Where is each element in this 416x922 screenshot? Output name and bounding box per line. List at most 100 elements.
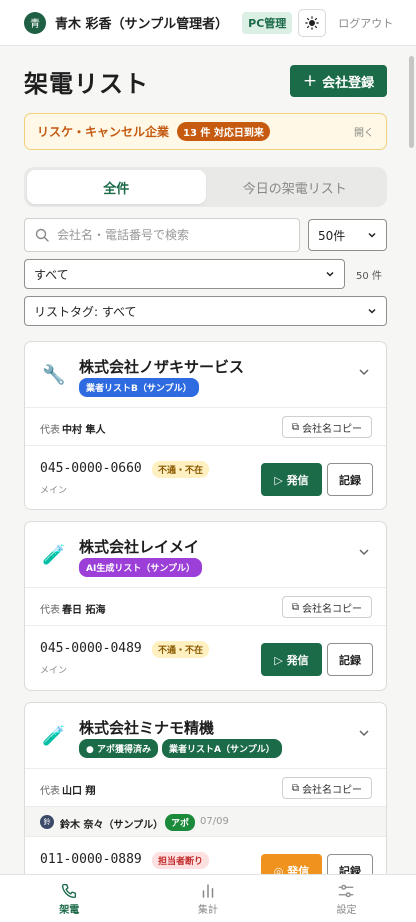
page-scrollbar[interactable] — [409, 56, 414, 148]
chevron-down-icon[interactable] — [358, 366, 370, 378]
top-bar: 青 青木 彩香（サンプル管理者） PC管理 ログアウト — [0, 0, 416, 46]
company-name: 株式会社ミナモ精機 — [79, 719, 215, 737]
mode-badge: PC管理 — [242, 11, 293, 34]
chevron-down-icon — [326, 271, 334, 277]
copy-icon: ⧉ — [291, 782, 300, 794]
phone-number: 011-0000-0889 — [40, 852, 142, 867]
rep-label: 代表 — [40, 425, 60, 436]
appointment-badge: アポ — [165, 814, 196, 831]
rep-name: 春日 拓海 — [62, 605, 106, 616]
company-card: 🧪 株式会社ミナモ精機 ● アポ獲得済み 業者リストA（サンプル） 代表 山口 … — [24, 702, 387, 902]
phone-number: 045-0000-0660 — [40, 461, 142, 476]
tab-all[interactable]: 全件 — [27, 170, 206, 204]
nav-label: 架電 — [59, 905, 80, 916]
phone-type: メイン — [40, 486, 68, 496]
sun-icon — [305, 15, 320, 30]
reschedule-count-badge: 13 件 対応日到来 — [177, 122, 270, 141]
reschedule-toggle[interactable]: 開く — [354, 124, 374, 139]
chevron-down-icon[interactable] — [358, 546, 370, 558]
nav-item-stats[interactable]: 集計 — [139, 875, 278, 922]
list-tag: 業者リストB（サンプル） — [79, 378, 199, 397]
theme-toggle-button[interactable] — [298, 8, 327, 37]
add-company-button[interactable]: + 会社登録 — [290, 65, 387, 97]
bar-chart-icon — [202, 884, 214, 898]
copy-company-name-button[interactable]: ⧉ 会社名コピー — [282, 416, 372, 438]
record-button[interactable]: 記録 — [327, 643, 373, 676]
tag-filter-select[interactable]: リストタグ: すべて — [24, 296, 387, 326]
list-tag: AI生成リスト（サンプル） — [79, 558, 203, 577]
representative-row: 代表 山口 翔 ⧉ 会社名コピー — [25, 769, 386, 807]
user-name: 青木 彩香（サンプル管理者） — [55, 17, 229, 32]
test-tube-icon: 🧪 — [42, 544, 66, 566]
assignee-row: 鈴 鈴木 奈々（サンプル） アポ 07/09 — [25, 807, 386, 837]
tag-filter-value: リストタグ: すべて — [34, 304, 137, 319]
tab-today[interactable]: 今日の架電リスト — [206, 170, 385, 204]
search-icon — [35, 228, 49, 242]
plus-icon: + — [302, 70, 318, 91]
call-status-badge: 不通・不在 — [152, 641, 210, 658]
bottom-nav: 架電 集計 設定 — [0, 874, 416, 922]
company-name: 株式会社レイメイ — [79, 538, 200, 556]
call-status-badge: 担当者断り — [152, 852, 210, 869]
phone-number: 045-0000-0489 — [40, 641, 142, 656]
add-company-label: 会社登録 — [322, 75, 375, 91]
reschedule-banner[interactable]: リスケ・キャンセル企業 13 件 対応日到来 開く — [24, 113, 387, 150]
phone-row: 045-0000-0489 不通・不在 メイン ▷ 発信 記録 — [25, 626, 386, 690]
phone-icon — [62, 883, 77, 899]
copy-label: 会社名コピー — [302, 423, 363, 435]
copy-icon: ⧉ — [291, 421, 300, 433]
chevron-down-icon — [368, 232, 376, 238]
page-title: 架電リスト — [24, 70, 149, 98]
reschedule-label: リスケ・キャンセル企業 — [37, 125, 170, 139]
per-page-value: 50件 — [318, 228, 346, 243]
chevron-down-icon[interactable] — [358, 727, 370, 739]
user-avatar: 青 — [24, 11, 46, 34]
nav-item-settings[interactable]: 設定 — [277, 875, 416, 922]
rep-label: 代表 — [40, 786, 60, 797]
call-button[interactable]: ▷ 発信 — [261, 463, 322, 496]
assignee-name: 鈴木 奈々（サンプル） — [60, 820, 164, 831]
test-tube-icon: 🧪 — [42, 725, 66, 747]
wrench-icon: 🔧 — [42, 364, 66, 386]
status-filter-select[interactable]: すべて — [24, 259, 345, 289]
company-tags: ● アポ獲得済み 業者リストA（サンプル） — [79, 739, 282, 758]
company-tags: AI生成リスト（サンプル） — [79, 558, 203, 577]
copy-company-name-button[interactable]: ⧉ 会社名コピー — [282, 596, 372, 618]
search-box[interactable] — [24, 218, 300, 252]
copy-label: 会社名コピー — [302, 784, 363, 796]
logout-link[interactable]: ログアウト — [338, 15, 393, 31]
copy-company-name-button[interactable]: ⧉ 会社名コピー — [282, 777, 372, 799]
list-tag: 業者リストA（サンプル） — [162, 739, 282, 758]
search-input[interactable] — [57, 228, 277, 242]
per-page-select[interactable]: 50件 — [308, 219, 387, 251]
nav-label: 集計 — [197, 905, 218, 916]
nav-label: 設定 — [336, 905, 357, 916]
nav-item-calls[interactable]: 架電 — [0, 875, 139, 922]
rep-name: 中村 隼人 — [62, 425, 106, 436]
company-name: 株式会社ノザキサービス — [79, 358, 245, 376]
assignee-avatar: 鈴 — [40, 815, 54, 829]
representative-row: 代表 中村 隼人 ⧉ 会社名コピー — [25, 408, 386, 446]
company-card-header[interactable]: 🧪 株式会社ミナモ精機 ● アポ獲得済み 業者リストA（サンプル） — [25, 703, 386, 769]
list-tabs: 全件 今日の架電リスト — [24, 167, 387, 207]
company-card: 🧪 株式会社レイメイ AI生成リスト（サンプル） 代表 春日 拓海 ⧉ 会社名コ… — [24, 521, 387, 691]
company-tags: 業者リストB（サンプル） — [79, 378, 199, 397]
sliders-icon — [339, 884, 354, 898]
chevron-down-icon — [368, 308, 376, 314]
copy-label: 会社名コピー — [302, 603, 363, 615]
representative-row: 代表 春日 拓海 ⧉ 会社名コピー — [25, 588, 386, 626]
company-card: 🔧 株式会社ノザキサービス 業者リストB（サンプル） 代表 中村 隼人 ⧉ 会社… — [24, 341, 387, 510]
appointment-date: 07/09 — [200, 816, 229, 827]
rep-label: 代表 — [40, 605, 60, 616]
phone-type: メイン — [40, 666, 68, 676]
record-button[interactable]: 記録 — [327, 463, 373, 496]
copy-icon: ⧉ — [291, 601, 300, 613]
call-button[interactable]: ▷ 発信 — [261, 643, 322, 676]
appointment-tag: ● アポ獲得済み — [79, 739, 158, 758]
result-count: 50 件 — [356, 271, 382, 282]
company-card-header[interactable]: 🧪 株式会社レイメイ AI生成リスト（サンプル） — [25, 522, 386, 588]
rep-name: 山口 翔 — [62, 786, 96, 797]
call-status-badge: 不通・不在 — [152, 461, 210, 478]
company-card-header[interactable]: 🔧 株式会社ノザキサービス 業者リストB（サンプル） — [25, 342, 386, 408]
phone-row: 045-0000-0660 不通・不在 メイン ▷ 発信 記録 — [25, 446, 386, 509]
